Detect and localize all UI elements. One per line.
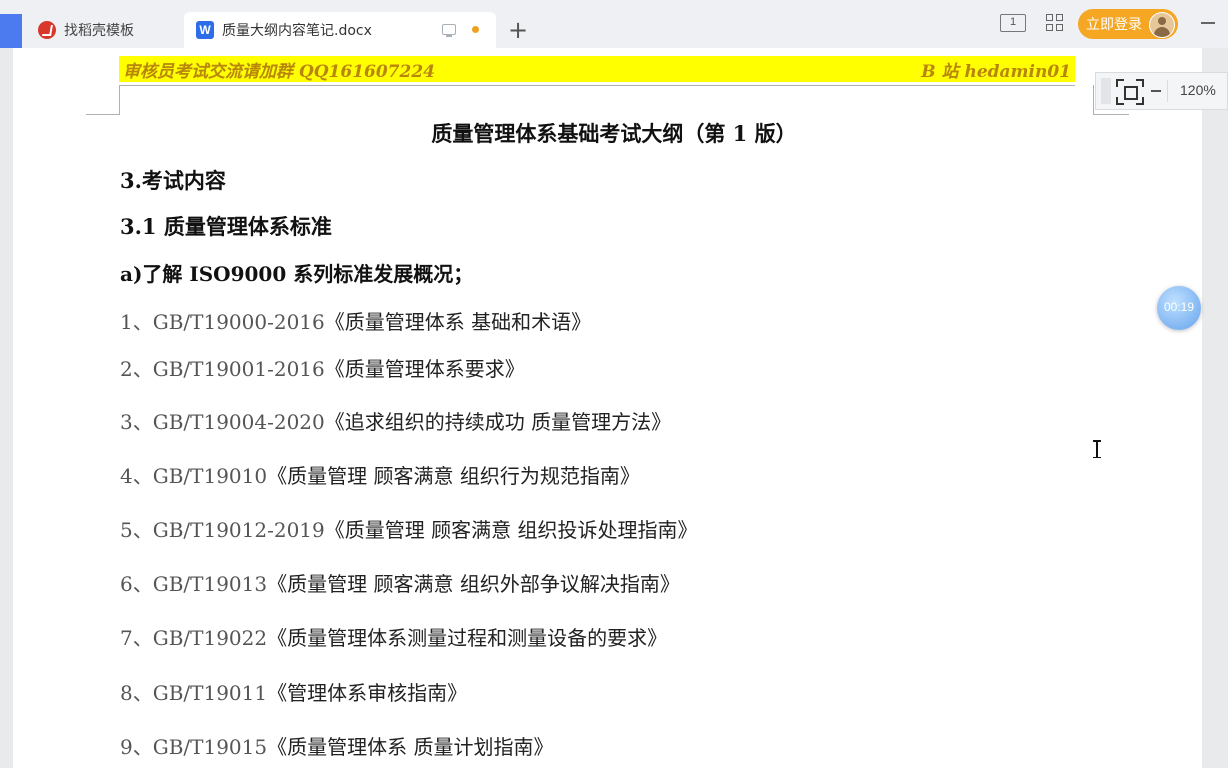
window-layout-icon[interactable]: 1 [1000,14,1026,32]
standard-title: 《质量管理 顾客满意 组织行为规范指南》 [267,464,640,488]
tab-bar: 找稻壳模板 W 质量大纲内容笔记.docx + 1 立即登录 [0,0,1228,48]
standard-code: 2、GB/T19001-2016 [120,357,325,381]
avatar [1149,12,1175,38]
crop-mark [1093,85,1094,114]
standard-code: 5、GB/T19012-2019 [120,518,325,542]
tab-document[interactable]: W 质量大纲内容笔记.docx [184,12,496,48]
standard-code: 7、GB/T19022 [120,626,268,650]
crop-mark [1093,114,1129,115]
login-button[interactable]: 立即登录 [1078,9,1178,39]
tab-label: 找稻壳模板 [64,23,134,39]
standard-title: 《质量管理体系 质量计划指南》 [267,735,554,759]
standard-title: 《追求组织的持续成功 质量管理方法》 [324,410,672,434]
banner-right-text: B 站 hedamin01 [921,61,1071,82]
docer-icon [38,21,56,39]
subsection-heading[interactable]: 3.1 质量管理体系标准 [120,211,332,241]
tab-docer-templates[interactable]: 找稻壳模板 [28,12,180,48]
recording-timer[interactable]: 00:19 [1157,286,1201,330]
text-cursor-icon [1093,440,1100,458]
document-title[interactable]: 质量管理体系基础考试大纲（第 1 版） [0,118,1228,148]
login-label: 立即登录 [1086,17,1142,33]
timer-value: 00:19 [1163,300,1195,314]
home-tab-edge[interactable] [0,14,22,48]
monitor-icon[interactable] [442,24,456,37]
header-divider [119,85,1075,86]
list-item[interactable]: 3、GB/T19004-2020《追求组织的持续成功 质量管理方法》 [120,406,671,435]
standard-title: 《管理体系审核指南》 [267,681,468,705]
standard-title: 《质量管理 顾客满意 组织外部争议解决指南》 [267,572,680,596]
standard-code: 8、GB/T19011 [120,681,268,705]
standard-code: 3、GB/T19004-2020 [120,410,325,434]
list-item[interactable]: 8、GB/T19011《管理体系审核指南》 [120,677,467,706]
standard-code: 9、GB/T19015 [120,735,268,759]
word-doc-icon: W [196,21,214,39]
standard-title: 《质量管理体系测量过程和测量设备的要求》 [267,626,668,650]
standard-title: 《质量管理体系要求》 [324,357,525,381]
requirement-point[interactable]: a)了解 ISO9000 系列标准发展概况； [120,258,473,287]
minimize-icon[interactable] [1201,22,1215,24]
standard-code: 6、GB/T19013 [120,572,268,596]
crop-mark [86,114,120,115]
list-item[interactable]: 6、GB/T19013《质量管理 顾客满意 组织外部争议解决指南》 [120,568,680,597]
unsaved-dot-icon [472,26,479,33]
tab-label: 质量大纲内容笔记.docx [222,23,372,39]
zoom-divider [1167,80,1168,102]
standard-title: 《质量管理体系 基础和术语》 [324,310,592,334]
apps-grid-icon[interactable] [1046,14,1064,32]
standard-code: 4、GB/T19010 [120,464,268,488]
list-item[interactable]: 9、GB/T19015《质量管理体系 质量计划指南》 [120,731,553,760]
header-banner: 审核员考试交流请加群 QQ161607224 B 站 hedamin01 [119,56,1075,82]
document-area: 审核员考试交流请加群 QQ161607224 B 站 hedamin01 质量管… [0,48,1228,768]
list-item[interactable]: 5、GB/T19012-2019《质量管理 顾客满意 组织投诉处理指南》 [120,514,697,543]
fit-page-icon[interactable] [1116,79,1144,105]
standard-code: 1、GB/T19000-2016 [120,310,325,334]
list-item[interactable]: 2、GB/T19001-2016《质量管理体系要求》 [120,353,525,382]
banner-left-text: 审核员考试交流请加群 QQ161607224 [123,61,435,82]
new-tab-plus-icon[interactable]: + [506,16,530,44]
zoom-out-icon[interactable] [1151,90,1161,92]
crop-mark [119,85,120,114]
list-item[interactable]: 1、GB/T19000-2016《质量管理体系 基础和术语》 [120,306,591,335]
list-item[interactable]: 4、GB/T19010《质量管理 顾客满意 组织行为规范指南》 [120,460,640,489]
standard-title: 《质量管理 顾客满意 组织投诉处理指南》 [324,518,698,542]
list-item[interactable]: 7、GB/T19022《质量管理体系测量过程和测量设备的要求》 [120,622,667,651]
section-heading[interactable]: 3.考试内容 [120,165,226,195]
zoom-level[interactable]: 120% [1180,82,1216,98]
zoom-drag-handle[interactable] [1101,78,1111,104]
